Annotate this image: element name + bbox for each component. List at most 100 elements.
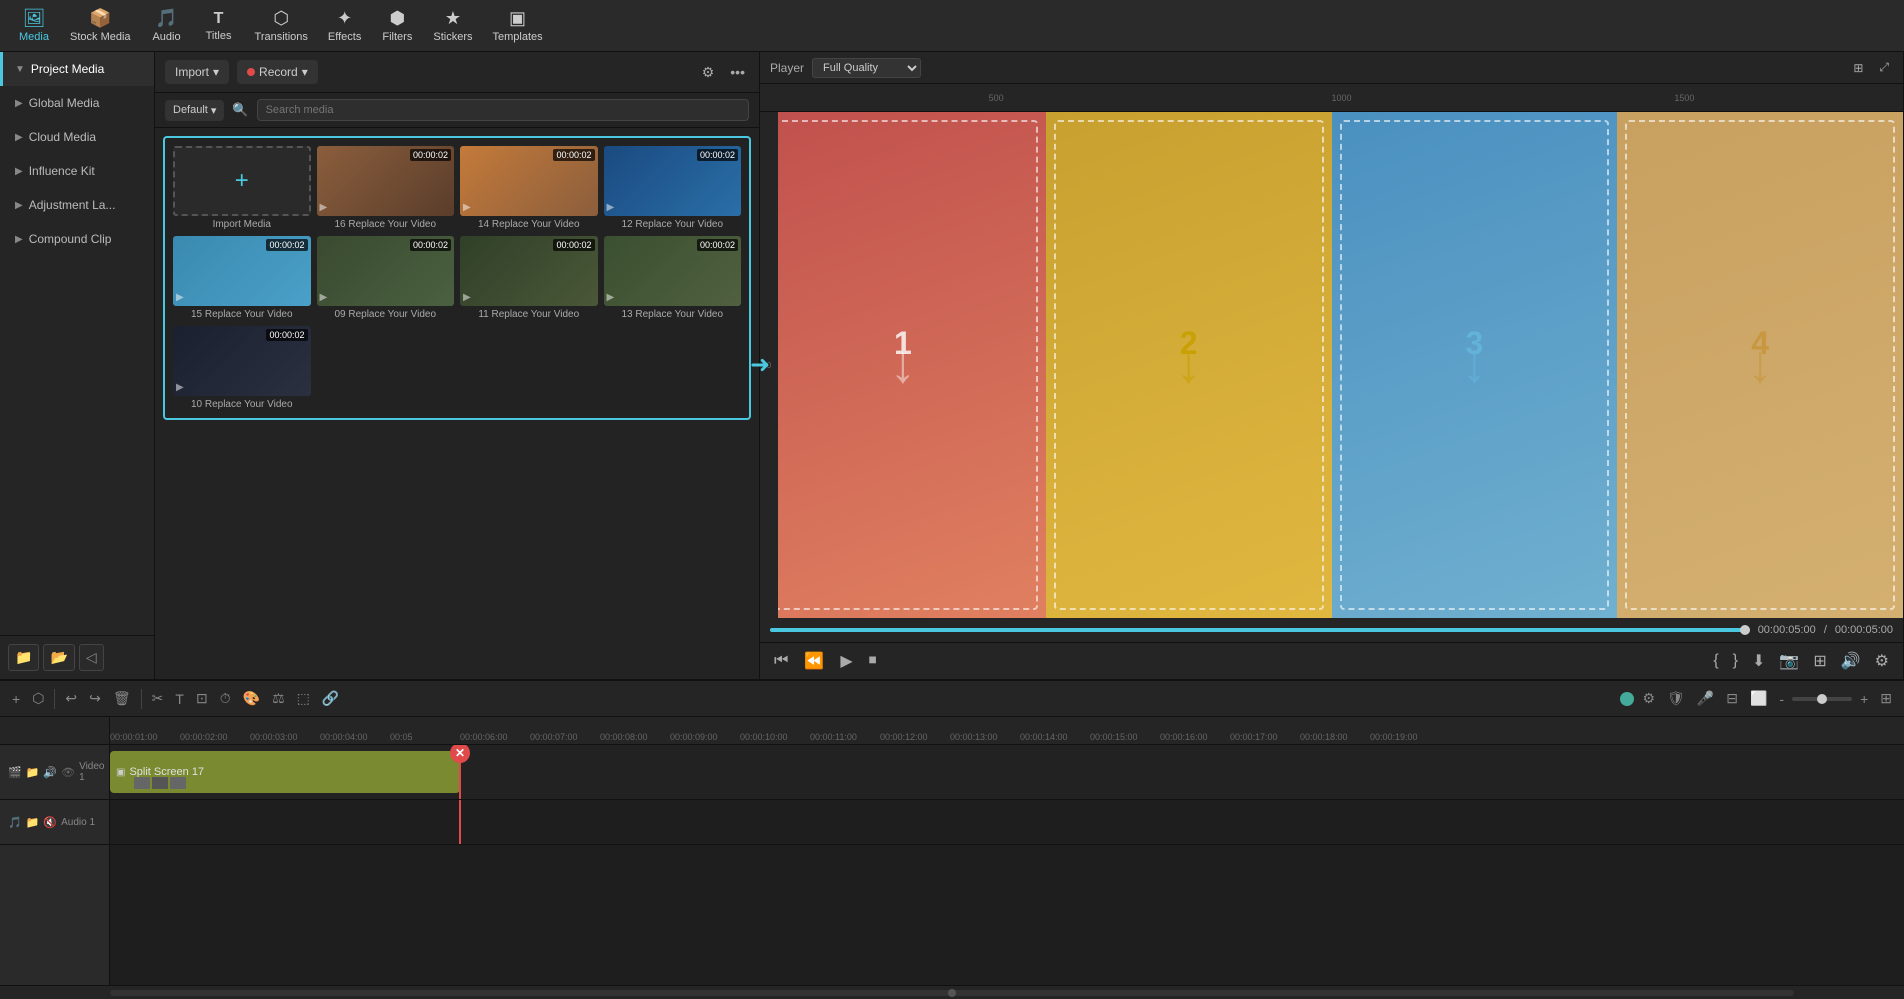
tl-plus-zoom-btn[interactable]: +	[1856, 689, 1872, 709]
insert-btn[interactable]: ⬇	[1748, 649, 1769, 673]
snapshot-btn[interactable]: 📷	[1775, 649, 1803, 673]
tl-subtitle-btn[interactable]: ⊟	[1722, 688, 1742, 709]
tl-delete-btn[interactable]: 🗑	[109, 688, 135, 709]
playhead-marker-x: ✕	[450, 745, 470, 763]
sidebar-item-global-media[interactable]: ▶ Global Media	[0, 86, 154, 120]
timeline-clip[interactable]: ▣ Split Screen 17	[110, 751, 460, 793]
import-media-btn[interactable]: +	[173, 146, 311, 216]
toolbar-media[interactable]: 🖼 Media	[8, 4, 60, 47]
track-content: ▣ Split Screen 17 ✕	[110, 745, 1904, 985]
sidebar-item-influence-kit[interactable]: ▶ Influence Kit	[0, 154, 154, 188]
tl-caption-btn[interactable]: ⬜	[1746, 688, 1771, 709]
tl-speed-btn[interactable]: ⏱	[216, 688, 235, 709]
tl-green-indicator[interactable]	[1620, 692, 1634, 706]
filter-icon-btn[interactable]: ⚙	[698, 62, 719, 83]
duration-badge: 00:00:02	[410, 239, 451, 251]
search-input[interactable]	[257, 99, 749, 121]
tl-chain-btn[interactable]: 🔗	[318, 688, 343, 709]
track-volume-btn[interactable]: 🔊	[43, 766, 57, 779]
sidebar-item-compound-clip[interactable]: ▶ Compound Clip	[0, 222, 154, 256]
mark-out-btn[interactable]: }	[1729, 650, 1742, 672]
toolbar-stickers[interactable]: ★ Stickers	[423, 4, 482, 47]
arrow-icon: ▶	[15, 200, 23, 211]
ruler-marker: 00:00:04:00	[320, 732, 368, 742]
play-btn[interactable]: ▶	[836, 649, 856, 673]
sidebar-item-project-media[interactable]: ▼ Project Media	[0, 52, 154, 86]
volume-btn[interactable]: 🔊	[1837, 649, 1865, 673]
skip-back-btn[interactable]: ⏮	[770, 650, 792, 672]
scroll-track[interactable]	[110, 990, 1794, 996]
track-audio-folder-btn[interactable]: 📁	[26, 816, 40, 829]
track-link-btn[interactable]: 🎬	[8, 766, 22, 779]
progress-handle[interactable]	[1740, 625, 1750, 635]
list-item[interactable]: 00:00:02 ▶ 10 Replace Your Video	[173, 326, 311, 410]
progress-total-time: 00:00:05:00	[1835, 624, 1893, 636]
tl-mic-btn[interactable]: 🎤	[1693, 688, 1718, 709]
toolbar-filters[interactable]: ⬢ Filters	[371, 4, 423, 47]
record-button[interactable]: Record ▾	[237, 60, 318, 84]
track-eye-btn[interactable]: 👁	[61, 766, 75, 779]
import-folder-btn[interactable]: 📂	[43, 644, 74, 671]
tl-undo-btn[interactable]: ↩	[61, 688, 81, 709]
toolbar-stock-media[interactable]: 📦 Stock Media	[60, 4, 141, 47]
collapse-btn[interactable]: ◁	[79, 644, 104, 671]
progress-current-time: 00:00:05:00	[1758, 624, 1816, 636]
tl-select-btn[interactable]: ⬡	[28, 688, 48, 709]
tl-crop-btn[interactable]: ⊡	[192, 688, 212, 709]
layout-icon-btn[interactable]: ⊞	[1849, 59, 1867, 77]
list-item[interactable]: 00:00:02 ▶ 14 Replace Your Video	[460, 146, 598, 230]
ruler-marker: 00:00:01:00	[110, 732, 158, 742]
list-item[interactable]: 00:00:02 ▶ 09 Replace Your Video	[317, 236, 455, 320]
tl-settings-btn[interactable]: ⚙	[1638, 688, 1659, 709]
list-item[interactable]: 00:00:02 ▶ 13 Replace Your Video	[604, 236, 742, 320]
timeline-ruler: 00:00:01:0000:00:02:0000:00:03:0000:00:0…	[0, 717, 1904, 745]
track-audio-link-btn[interactable]: 🎵	[8, 816, 22, 829]
quality-select[interactable]: Full Quality Half Quality Quarter Qualit…	[812, 58, 921, 78]
media-item-label: 14 Replace Your Video	[460, 219, 598, 230]
tl-minus-zoom-btn[interactable]: -	[1775, 689, 1788, 709]
sidebar-item-adjustment-layer[interactable]: ▶ Adjustment La...	[0, 188, 154, 222]
split-screen-btn[interactable]: ⊞	[1809, 649, 1830, 673]
list-item[interactable]: 00:00:02 ▶ 16 Replace Your Video	[317, 146, 455, 230]
list-item[interactable]: 00:00:02 ▶ 12 Replace Your Video	[604, 146, 742, 230]
tl-grid-btn[interactable]: ⊞	[1876, 688, 1896, 709]
tl-text-btn[interactable]: T	[171, 689, 188, 709]
ruler-marker: 00:00:14:00	[1020, 732, 1068, 742]
toolbar-titles[interactable]: T Titles	[193, 6, 245, 46]
import-button[interactable]: Import ▾	[165, 60, 229, 84]
track-audio-mute-btn[interactable]: 🔇	[43, 816, 57, 829]
tl-multi-btn[interactable]: ⬚	[293, 688, 314, 709]
list-item[interactable]: 00:00:02 ▶ 11 Replace Your Video	[460, 236, 598, 320]
progress-track[interactable]	[770, 628, 1750, 632]
tl-audio-btn[interactable]: ⚖	[268, 688, 289, 709]
toolbar-templates-label: Templates	[492, 31, 542, 43]
tl-color-btn[interactable]: 🎨	[239, 688, 264, 709]
settings-btn[interactable]: ⚙	[1871, 649, 1893, 673]
import-media-item[interactable]: + Import Media	[173, 146, 311, 230]
list-item[interactable]: 00:00:02 ▶ 15 Replace Your Video	[173, 236, 311, 320]
stop-btn[interactable]: ⏹	[865, 650, 881, 672]
tl-shield-btn[interactable]: 🛡	[1663, 688, 1689, 709]
toolbar-effects-label: Effects	[328, 31, 361, 43]
templates-icon: ▣	[509, 8, 526, 29]
step-back-btn[interactable]: ⏪	[800, 649, 828, 673]
new-folder-btn[interactable]: 📁	[8, 644, 39, 671]
toolbar-audio[interactable]: 🎵 Audio	[141, 4, 193, 47]
toolbar-effects[interactable]: ✦ Effects	[318, 4, 371, 47]
filter-default-btn[interactable]: Default ▾	[165, 100, 224, 121]
track-folder-btn[interactable]: 📁	[26, 766, 40, 779]
main-layout: ▼ Project Media ▶ Global Media ▶ Cloud M…	[0, 52, 1904, 679]
toolbar-templates[interactable]: ▣ Templates	[482, 4, 552, 47]
fullscreen-btn[interactable]: ⤢	[1875, 58, 1893, 77]
tl-redo-btn[interactable]: ↪	[85, 688, 105, 709]
record-dot-icon	[247, 68, 255, 76]
toolbar-transitions[interactable]: ⬡ Transitions	[245, 4, 318, 47]
mark-in-btn[interactable]: {	[1709, 650, 1722, 672]
zoom-slider-handle[interactable]	[1817, 694, 1827, 704]
tl-cut-btn[interactable]: ✂	[148, 688, 168, 709]
tl-add-track-btn[interactable]: +	[8, 689, 24, 709]
ruler-marker: 00:00:19:00	[1370, 732, 1418, 742]
sidebar-item-cloud-media[interactable]: ▶ Cloud Media	[0, 120, 154, 154]
scroll-handle[interactable]	[948, 989, 956, 997]
more-options-btn[interactable]: •••	[726, 62, 749, 82]
